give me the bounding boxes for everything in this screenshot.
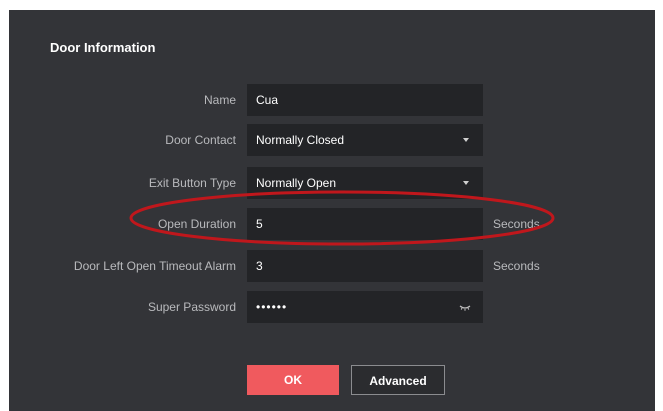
super-password-value: •••••• [256,300,288,314]
panel-title: Door Information [50,40,156,55]
exit-button-type-label: Exit Button Type [148,176,236,190]
exit-button-type-value: Normally Open [256,176,337,190]
super-password-label: Super Password [147,300,236,314]
door-left-open-timeout-label: Door Left Open Timeout Alarm [73,259,236,273]
open-duration-label: Open Duration [157,217,236,231]
super-password-input[interactable]: •••••• [247,291,483,323]
door-left-open-timeout-row: Door Left Open Timeout Alarm 3 Seconds [9,250,655,282]
name-row: Name Cua [9,84,655,116]
super-password-row: Super Password •••••• [9,291,655,323]
open-duration-row: Open Duration 5 Seconds [9,208,655,240]
open-duration-input[interactable]: 5 [247,208,483,240]
door-left-open-timeout-value: 3 [256,259,263,273]
ok-button[interactable]: OK [247,365,339,395]
chevron-down-icon [463,138,469,142]
door-left-open-timeout-unit: Seconds [493,259,540,273]
advanced-button[interactable]: Advanced [351,365,445,395]
name-value: Cua [256,93,279,107]
open-duration-value: 5 [256,217,263,231]
door-contact-row: Door Contact Normally Closed [9,124,655,156]
door-contact-select[interactable]: Normally Closed [247,124,483,156]
eye-closed-icon[interactable] [459,301,471,313]
door-information-panel: Door Information Name Cua Door Contact N… [9,10,655,411]
door-left-open-timeout-input[interactable]: 3 [247,250,483,282]
door-contact-label: Door Contact [165,133,236,147]
exit-button-type-select[interactable]: Normally Open [247,167,483,199]
name-label: Name [203,93,236,107]
door-contact-value: Normally Closed [256,133,345,147]
name-input[interactable]: Cua [247,84,483,116]
chevron-down-icon [463,181,469,185]
exit-button-type-row: Exit Button Type Normally Open [9,167,655,199]
open-duration-unit: Seconds [493,217,540,231]
